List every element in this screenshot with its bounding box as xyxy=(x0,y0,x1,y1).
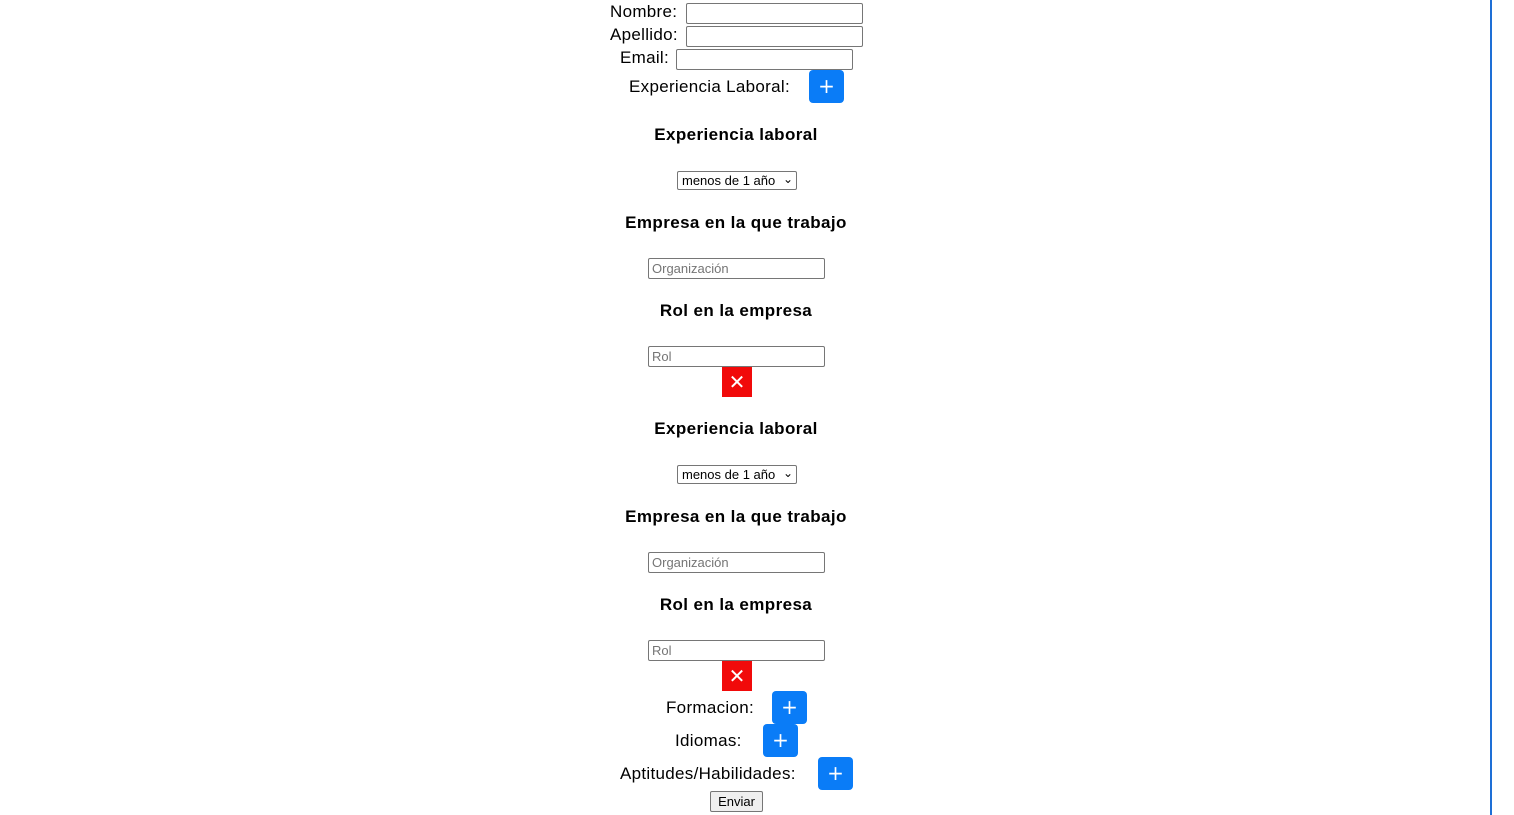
apellido-input[interactable] xyxy=(686,26,863,47)
company-heading: Empresa en la que trabajo xyxy=(625,507,847,526)
company-heading: Empresa en la que trabajo xyxy=(625,213,847,232)
experience-heading: Experiencia laboral xyxy=(654,125,818,144)
email-label: Email: xyxy=(620,48,670,67)
chevron-down-icon: ⌄ xyxy=(782,466,793,480)
close-icon: ✕ xyxy=(728,664,746,688)
formacion-label: Formacion: xyxy=(666,698,755,717)
add-formacion-button[interactable]: + xyxy=(772,691,807,724)
idiomas-label: Idiomas: xyxy=(675,731,742,750)
add-aptitud-button[interactable]: + xyxy=(818,757,853,790)
years-select-value: menos de 1 año xyxy=(682,173,776,188)
years-select-value: menos de 1 año xyxy=(682,467,776,482)
submit-button[interactable]: Enviar xyxy=(710,791,763,812)
nombre-input[interactable] xyxy=(686,3,863,24)
nombre-label: Nombre: xyxy=(610,2,678,21)
role-heading: Rol en la empresa xyxy=(659,301,813,320)
experience-heading: Experiencia laboral xyxy=(654,419,818,438)
email-input[interactable] xyxy=(676,49,853,70)
page-right-border xyxy=(1490,0,1492,815)
plus-icon: + xyxy=(781,695,798,719)
experiencia-laboral-label: Experiencia Laboral: xyxy=(629,77,790,96)
plus-icon: + xyxy=(772,728,789,752)
chevron-down-icon: ⌄ xyxy=(782,172,793,186)
plus-icon: + xyxy=(827,761,844,785)
years-select[interactable]: menos de 1 año ⌄ xyxy=(677,465,797,484)
role-input[interactable] xyxy=(648,346,825,367)
plus-icon: + xyxy=(818,74,835,98)
role-input[interactable] xyxy=(648,640,825,661)
remove-experience-button[interactable]: ✕ xyxy=(722,661,752,691)
apellido-label: Apellido: xyxy=(610,25,678,44)
add-experience-button[interactable]: + xyxy=(809,70,844,103)
remove-experience-button[interactable]: ✕ xyxy=(722,367,752,397)
company-input[interactable] xyxy=(648,258,825,279)
years-select[interactable]: menos de 1 año ⌄ xyxy=(677,171,797,190)
company-input[interactable] xyxy=(648,552,825,573)
close-icon: ✕ xyxy=(728,370,746,394)
add-idioma-button[interactable]: + xyxy=(763,724,798,757)
aptitudes-label: Aptitudes/Habilidades: xyxy=(620,764,796,783)
role-heading: Rol en la empresa xyxy=(659,595,813,614)
